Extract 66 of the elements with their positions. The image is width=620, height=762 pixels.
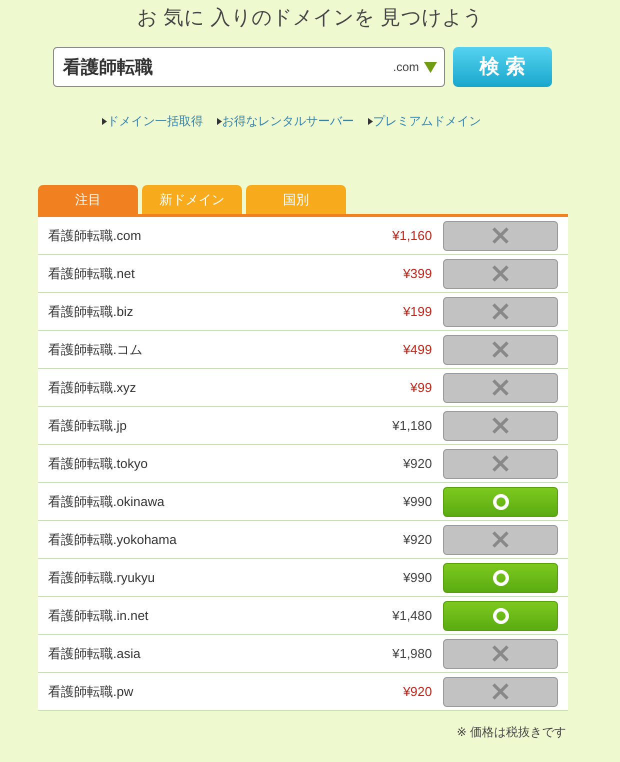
available-button[interactable] [443, 600, 558, 630]
unavailable-button[interactable] [443, 524, 558, 554]
domain-name: 看護師転職.tokyo [48, 454, 149, 473]
price: ¥990 [402, 492, 432, 511]
unavailable-button[interactable] [443, 410, 558, 440]
cross-icon [492, 683, 509, 700]
price: ¥99 [409, 378, 432, 397]
cross-icon [492, 455, 509, 472]
unavailable-button[interactable] [443, 220, 558, 250]
search-button[interactable]: 検 索 [453, 47, 552, 87]
domain-name: 看護師転職.okinawa [48, 492, 166, 511]
domain-name: 看護師転職.pw [48, 682, 134, 701]
price: ¥920 [402, 530, 432, 549]
unavailable-button[interactable] [443, 638, 558, 668]
cross-icon [492, 227, 509, 244]
tab[interactable]: 国別 [246, 185, 346, 214]
price: ¥1,480 [391, 606, 432, 625]
domain-name: 看護師転職.asia [48, 644, 142, 663]
domain-name: 看護師転職.yokohama [48, 530, 178, 549]
dropdown-triangle-icon [424, 62, 437, 72]
price: ¥920 [402, 682, 432, 701]
page-title: お 気に 入りのドメインを 見つけよう [136, 6, 484, 31]
unavailable-button[interactable] [443, 296, 558, 326]
price: ¥499 [402, 340, 432, 359]
domain-name: 看護師転職.com [48, 226, 142, 245]
link[interactable]: お得なレンタルサーバー [222, 113, 354, 129]
domain-name: 看護師転職.in.net [48, 606, 150, 625]
unavailable-button[interactable] [443, 448, 558, 478]
cross-icon [492, 417, 509, 434]
price: ¥1,180 [391, 416, 432, 435]
unavailable-button[interactable] [443, 372, 558, 402]
unavailable-button[interactable] [443, 258, 558, 288]
domain-name: 看護師転職.jp [48, 416, 128, 435]
price: ¥1,980 [391, 644, 432, 663]
link[interactable]: ドメイン一括取得 [107, 113, 203, 129]
tab[interactable]: 新ドメイン [142, 185, 242, 214]
price: ¥399 [402, 264, 432, 283]
domain-name: 看護師転職.コム [48, 340, 144, 359]
price: ¥990 [402, 568, 432, 587]
price: ¥920 [402, 454, 432, 473]
search-field[interactable]: 看護師転職 .com [53, 47, 445, 87]
triangle-bullet-icon [217, 118, 222, 124]
cross-icon [492, 645, 509, 662]
cross-icon [492, 379, 509, 396]
circle-icon [492, 608, 508, 624]
available-button[interactable] [443, 562, 558, 592]
domain-name: 看護師転職.biz [48, 302, 134, 321]
tax-note: ※ 価格は税抜きです [456, 724, 566, 741]
cross-icon [492, 303, 509, 320]
circle-icon [492, 494, 508, 510]
triangle-bullet-icon [368, 118, 373, 124]
available-button[interactable] [443, 486, 558, 516]
unavailable-button[interactable] [443, 334, 558, 364]
domain-name: 看護師転職.xyz [48, 378, 138, 397]
domain-name: 看護師転職.net [48, 264, 136, 283]
tab[interactable]: 注目 [38, 185, 138, 214]
unavailable-button[interactable] [443, 676, 558, 706]
link[interactable]: プレミアムドメイン [373, 113, 481, 129]
triangle-bullet-icon [102, 118, 107, 124]
circle-icon [492, 570, 508, 586]
domain-name: 看護師転職.ryukyu [48, 568, 156, 587]
cross-icon [492, 531, 509, 548]
price: ¥1,160 [391, 226, 432, 245]
price: ¥199 [402, 302, 432, 321]
cross-icon [492, 265, 509, 282]
cross-icon [492, 341, 509, 358]
